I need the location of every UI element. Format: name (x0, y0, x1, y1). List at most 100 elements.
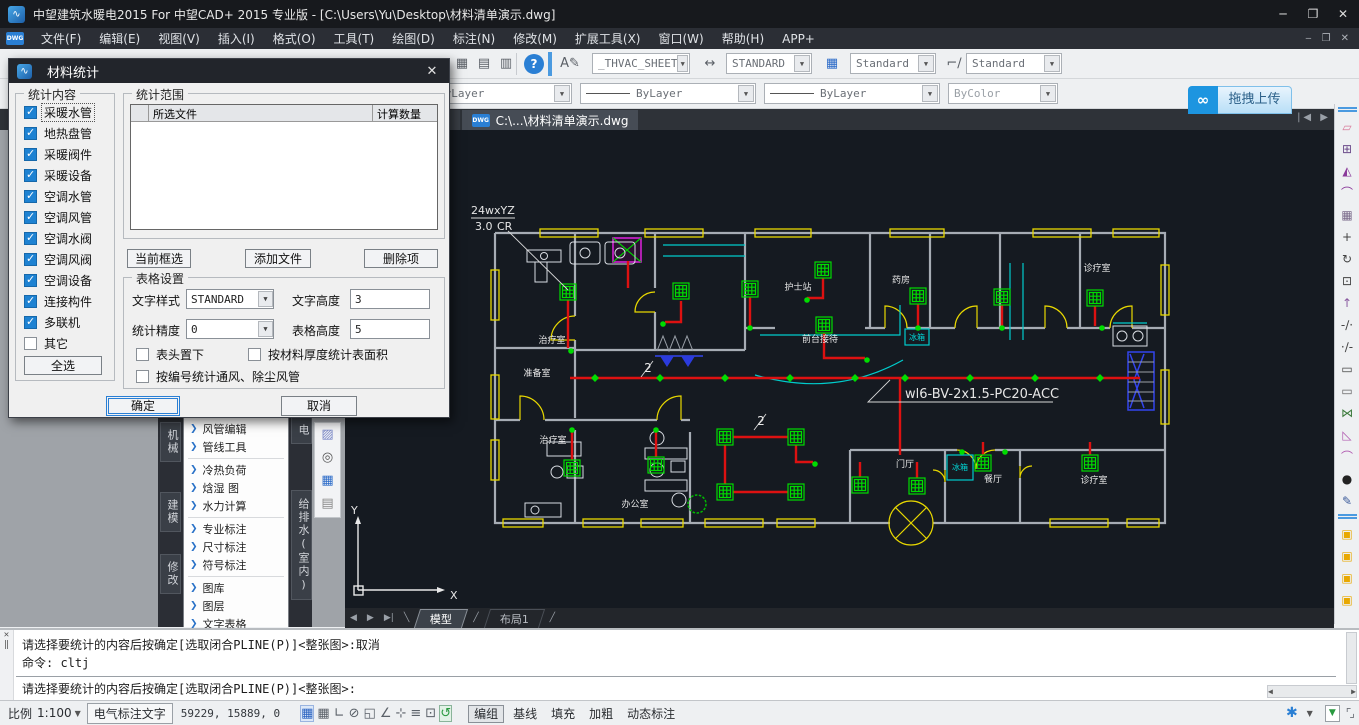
menu-item[interactable]: 扩展工具(X) (566, 30, 650, 48)
dock-tab-修改[interactable]: 修改 (160, 554, 181, 594)
ducs-icon[interactable]: ⊡ (424, 705, 437, 722)
chevron-down-icon[interactable]: ▼ (554, 85, 570, 102)
tab-scroll-arrows[interactable]: |◀ ▶ (1297, 112, 1331, 123)
delete-item-button[interactable]: 删除项 (364, 249, 438, 268)
menu-item[interactable]: 标注(N) (444, 30, 504, 48)
tab-next-arrow[interactable]: ▶ (362, 613, 379, 623)
break-icon[interactable]: ·∕- (1337, 337, 1358, 357)
stat-checkbox-8[interactable]: 空调设备 (16, 270, 114, 291)
command-vertical-scrollbar[interactable] (1346, 632, 1357, 684)
chevron-down-icon[interactable]: ▼ (75, 709, 81, 718)
checkbox-icon[interactable] (24, 211, 37, 224)
menu-item[interactable]: 文件(F) (32, 30, 90, 48)
checkbox-icon[interactable] (24, 106, 37, 119)
text-height-input[interactable] (350, 289, 430, 309)
annotation-dropdown-icon[interactable]: ▼ (1325, 705, 1340, 722)
fullscreen-icon[interactable]: ⌜⌟ (1346, 706, 1353, 720)
checkbox-icon[interactable] (24, 127, 37, 140)
menu-item[interactable]: 修改(M) (504, 30, 566, 48)
checkbox-icon[interactable] (24, 316, 37, 329)
by-number-checkbox[interactable]: 按编号统计通风、除尘风管 (128, 366, 302, 387)
lineweight-icon[interactable]: ≡ (409, 705, 422, 722)
command-window-rail[interactable]: ✕‖ (0, 630, 14, 702)
chevron-down-icon[interactable]: ▼ (1044, 55, 1060, 72)
stat-checkbox-9[interactable]: 连接构件 (16, 291, 114, 312)
command-horizontal-scrollbar[interactable]: ◀▶ (1267, 685, 1357, 698)
stat-checkbox-2[interactable]: 采暖阀件 (16, 144, 114, 165)
mleader-style-combo[interactable]: Standard▼ (966, 53, 1062, 74)
menu-item[interactable]: 编辑(E) (90, 30, 149, 48)
dyn-input-icon[interactable]: ↺ (439, 705, 452, 722)
palette-tab[interactable]: 电 (291, 416, 312, 444)
ok-button[interactable]: 确定 (106, 396, 180, 416)
current-select-button[interactable]: 当前框选 (127, 249, 191, 268)
explode-icon[interactable]: ● (1337, 469, 1358, 489)
dim-style-combo[interactable]: STANDARD▼ (726, 53, 812, 74)
palette-item[interactable]: ❯ 专业标注 (184, 520, 288, 538)
draw-order-back-icon[interactable]: ▣ (1337, 546, 1358, 566)
menu-item[interactable]: 窗口(W) (650, 30, 713, 48)
checkbox-icon[interactable] (24, 190, 37, 203)
checkbox-icon[interactable] (136, 370, 149, 383)
stat-checkbox-4[interactable]: 空调水管 (16, 186, 114, 207)
palette-item[interactable]: ❯ 图层 (184, 597, 288, 615)
lineweight-combo[interactable]: ByLayer▼ (764, 83, 940, 104)
chevron-down-icon[interactable]: ▼ (258, 291, 273, 307)
mleader-style-icon[interactable]: ⌐∕ (944, 54, 964, 74)
mdi-restore-button[interactable]: ❐ (1322, 33, 1331, 44)
checkbox-icon[interactable] (24, 169, 37, 182)
tab-first-arrow[interactable]: ◀ (345, 613, 362, 623)
drag-upload-button[interactable]: ∞ 拖拽上传 (1188, 86, 1292, 114)
menu-item[interactable]: 工具(T) (325, 30, 384, 48)
extend-icon[interactable]: ▭ (1337, 381, 1358, 401)
menu-item[interactable]: 绘图(D) (383, 30, 444, 48)
palette-item[interactable]: ❯ 图库 (184, 579, 288, 597)
toggle-基线[interactable]: 基线 (508, 706, 542, 722)
toolbar-grip[interactable] (548, 52, 552, 76)
match-select-icon[interactable]: ✎ (1337, 491, 1358, 511)
scroll-left-icon[interactable]: ◀ (1268, 686, 1273, 697)
slide-icon[interactable]: ▤ (315, 492, 340, 515)
rotate-icon[interactable]: ↻ (1337, 249, 1358, 269)
text-style-combo[interactable]: _THVAC_SHEET▼ (592, 53, 690, 74)
draw-order-front-icon[interactable]: ▣ (1337, 524, 1358, 544)
table-edit-icon[interactable]: ▤ (474, 54, 494, 74)
ortho-icon[interactable]: ∟ (333, 705, 346, 722)
toggle-动态标注[interactable]: 动态标注 (622, 706, 680, 722)
command-window[interactable]: ✕‖ 请选择要统计的内容后按确定[选取闭合PLINE(P)]<整张图>:取消 命… (0, 628, 1359, 700)
stat-checkbox-11[interactable]: 其它 (16, 333, 114, 354)
chevron-down-icon[interactable]: ▼ (918, 55, 934, 72)
toggle-填充[interactable]: 填充 (546, 706, 580, 722)
menu-item[interactable]: 插入(I) (209, 30, 264, 48)
checkbox-icon[interactable] (24, 232, 37, 245)
table-height-input[interactable] (350, 319, 430, 339)
break-at-point-icon[interactable]: -∕· (1337, 315, 1358, 335)
palette-item[interactable]: ❯ 水力计算 (184, 497, 288, 515)
menu-item[interactable]: 格式(O) (264, 30, 325, 48)
text-style-icon[interactable]: A✎ (560, 54, 580, 74)
stat-checkbox-3[interactable]: 采暖设备 (16, 165, 114, 186)
file-table[interactable]: 所选文件 计算数量 (130, 104, 438, 230)
document-tab-active[interactable]: DWG C:\...\材料清单演示.dwg (462, 110, 639, 130)
menu-item[interactable]: APP+ (773, 30, 824, 48)
toggle-编组[interactable]: 编组 (468, 705, 504, 723)
tab-last-arrow[interactable]: ▶| (379, 613, 399, 623)
polar-icon[interactable]: ⊘ (348, 705, 361, 722)
scale-icon[interactable]: ⊡ (1337, 271, 1358, 291)
stat-checkbox-5[interactable]: 空调风管 (16, 207, 114, 228)
scroll-right-icon[interactable]: ▶ (1351, 686, 1356, 697)
palette-item[interactable]: ❯ 符号标注 (184, 556, 288, 574)
checkbox-icon[interactable] (24, 274, 37, 287)
command-prompt[interactable]: 请选择要统计的内容后按确定[选取闭合PLINE(P)]<整张图>: (22, 680, 356, 697)
linetype-combo[interactable]: ByLayer▼ (580, 83, 756, 104)
help-icon[interactable]: ? (524, 54, 544, 74)
palette-item[interactable]: ❯ 冷热负荷 (184, 461, 288, 479)
scale-value[interactable]: 1:100 (37, 706, 72, 720)
palette-tab[interactable]: 给排水(室内) (291, 490, 312, 600)
palette-item[interactable]: ❯ 尺寸标注 (184, 538, 288, 556)
checkbox-icon[interactable] (24, 295, 37, 308)
chevron-down-icon[interactable]: ▼ (258, 321, 273, 337)
erase-icon[interactable]: ▱ (1337, 117, 1358, 137)
text-style-combo[interactable]: STANDARD▼ (186, 289, 274, 309)
chevron-down-icon[interactable]: ▼ (794, 55, 810, 72)
